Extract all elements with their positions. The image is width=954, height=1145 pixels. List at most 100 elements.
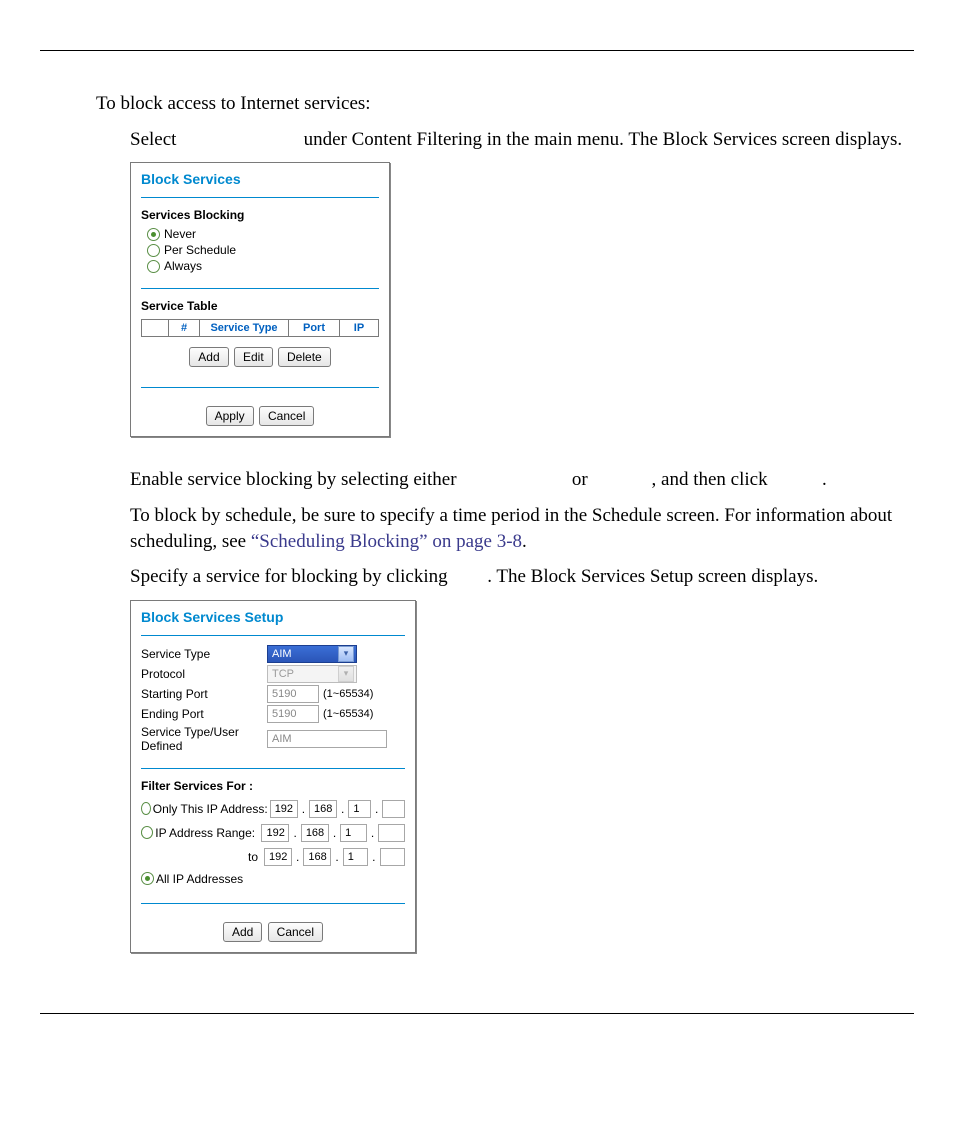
step2-pre: Enable service blocking by selecting eit… xyxy=(130,469,461,490)
service-table-label: Service Table xyxy=(141,297,379,317)
user-defined-row: Service Type/User Defined AIM xyxy=(141,724,405,754)
service-type-row: Service Type AIM ▾ xyxy=(141,644,405,664)
end-port-input[interactable]: 5190 xyxy=(267,705,319,723)
col-select xyxy=(142,320,169,337)
radio-never-label: Never xyxy=(164,227,196,241)
step4-end: . The Block Services Setup screen displa… xyxy=(487,566,818,587)
setup-cancel-button[interactable]: Cancel xyxy=(268,922,323,942)
ip-range-label: IP Address Range: xyxy=(155,826,259,840)
panel1-title: Block Services xyxy=(131,163,389,189)
radio-always[interactable] xyxy=(147,260,160,273)
panel1-rule-1 xyxy=(141,197,379,198)
all-ip-label: All IP Addresses xyxy=(156,872,243,886)
start-port-row: Starting Port 5190 (1~65534) xyxy=(141,684,405,704)
end-port-row: Ending Port 5190 (1~65534) xyxy=(141,704,405,724)
protocol-row: Protocol TCP ▾ xyxy=(141,664,405,684)
only-ip-a[interactable]: 192 xyxy=(270,800,298,818)
only-ip-c[interactable]: 1 xyxy=(348,800,371,818)
service-type-label: Service Type xyxy=(141,647,267,661)
filter-heading: Filter Services For : xyxy=(141,777,405,797)
step2-mid1: or xyxy=(567,469,592,490)
range-to-b[interactable]: 168 xyxy=(303,848,331,866)
service-table: # Service Type Port IP xyxy=(141,319,379,337)
radio-always-row[interactable]: Always xyxy=(141,258,379,274)
radio-all-ip[interactable] xyxy=(141,872,154,885)
ip-range-to-row: to 192. 168. 1. xyxy=(141,845,405,869)
step2-mid2: , and then click xyxy=(652,469,773,490)
step-1-post: under Content Filtering in the main menu… xyxy=(299,129,902,150)
page-top-rule xyxy=(40,50,914,51)
setup-add-button[interactable]: Add xyxy=(223,922,262,942)
radio-always-label: Always xyxy=(164,259,202,273)
chevron-down-icon: ▾ xyxy=(338,646,354,662)
service-type-value: AIM xyxy=(272,648,292,660)
all-ip-row[interactable]: All IP Addresses xyxy=(141,869,405,889)
panel2-rule-1 xyxy=(141,635,405,636)
col-service-type: Service Type xyxy=(200,320,289,337)
start-port-label: Starting Port xyxy=(141,687,267,701)
step-4-text: Specify a service for blocking by clicki… xyxy=(130,564,914,590)
end-port-label: Ending Port xyxy=(141,707,267,721)
step-2-text: Enable service blocking by selecting eit… xyxy=(130,467,914,493)
panel1-rule-2 xyxy=(141,288,379,289)
range-from-a[interactable]: 192 xyxy=(261,824,289,842)
step-1-text: Select Block Services under Content Filt… xyxy=(130,127,914,153)
col-hash: # xyxy=(169,320,200,337)
ip-range-row[interactable]: IP Address Range: 192. 168. 1. xyxy=(141,821,405,845)
add-button[interactable]: Add xyxy=(189,347,228,367)
panel2-rule-2 xyxy=(141,768,405,769)
col-port: Port xyxy=(289,320,340,337)
page-bottom-rule xyxy=(40,1013,914,1014)
end-port-hint: (1~65534) xyxy=(323,708,373,720)
start-port-hint: (1~65534) xyxy=(323,688,373,700)
start-port-input[interactable]: 5190 xyxy=(267,685,319,703)
protocol-label: Protocol xyxy=(141,667,267,681)
service-type-select[interactable]: AIM ▾ xyxy=(267,645,357,663)
scheduling-link[interactable]: “Scheduling Blocking” on page 3-8 xyxy=(251,531,522,552)
delete-button[interactable]: Delete xyxy=(278,347,331,367)
protocol-value: TCP xyxy=(272,668,294,680)
protocol-select: TCP ▾ xyxy=(267,665,357,683)
step2-end: . xyxy=(822,469,827,490)
services-blocking-label: Services Blocking xyxy=(141,206,379,226)
radio-never-row[interactable]: Never xyxy=(141,226,379,242)
panel1-footer-buttons: Apply Cancel xyxy=(131,396,389,436)
radio-per-schedule[interactable] xyxy=(147,244,160,257)
service-table-header-row: # Service Type Port IP xyxy=(142,320,379,337)
range-to-c[interactable]: 1 xyxy=(343,848,368,866)
user-defined-input[interactable]: AIM xyxy=(267,730,387,748)
cancel-button[interactable]: Cancel xyxy=(259,406,314,426)
panel2-footer-buttons: Add Cancel xyxy=(131,912,415,952)
apply-button[interactable]: Apply xyxy=(206,406,254,426)
radio-per-schedule-row[interactable]: Per Schedule xyxy=(141,242,379,258)
step3-end: . xyxy=(522,531,527,552)
range-to-d[interactable] xyxy=(380,848,405,866)
panel1-rule-3 xyxy=(141,387,379,388)
col-ip: IP xyxy=(340,320,379,337)
block-services-setup-panel: Block Services Setup Service Type AIM ▾ … xyxy=(130,600,416,953)
radio-per-schedule-label: Per Schedule xyxy=(164,243,236,257)
range-from-d[interactable] xyxy=(378,824,405,842)
radio-ip-range[interactable] xyxy=(141,826,153,839)
only-ip-row[interactable]: Only This IP Address: 192. 168. 1. xyxy=(141,797,405,821)
to-label: to xyxy=(141,850,262,864)
panel2-title: Block Services Setup xyxy=(131,601,415,627)
filter-section: Filter Services For : Only This IP Addre… xyxy=(131,777,415,895)
range-to-a[interactable]: 192 xyxy=(264,848,292,866)
range-from-b[interactable]: 168 xyxy=(301,824,329,842)
only-ip-d[interactable] xyxy=(382,800,405,818)
user-defined-label: Service Type/User Defined xyxy=(141,725,267,753)
chevron-down-icon: ▾ xyxy=(338,666,354,682)
radio-only-ip[interactable] xyxy=(141,802,151,815)
step-1-pre: Select xyxy=(130,129,181,150)
block-services-panel: Block Services Services Blocking Never P… xyxy=(130,162,390,437)
only-ip-b[interactable]: 168 xyxy=(309,800,337,818)
step4-pre: Specify a service for blocking by clicki… xyxy=(130,566,452,587)
table-button-row: Add Edit Delete xyxy=(141,337,379,373)
range-from-c[interactable]: 1 xyxy=(340,824,367,842)
edit-button[interactable]: Edit xyxy=(234,347,273,367)
panel2-form: Service Type AIM ▾ Protocol TCP ▾ Starti… xyxy=(131,644,415,760)
service-table-section: Service Table # Service Type Port IP Add… xyxy=(131,297,389,379)
intro-text: To block access to Internet services: xyxy=(96,91,914,117)
radio-never[interactable] xyxy=(147,228,160,241)
